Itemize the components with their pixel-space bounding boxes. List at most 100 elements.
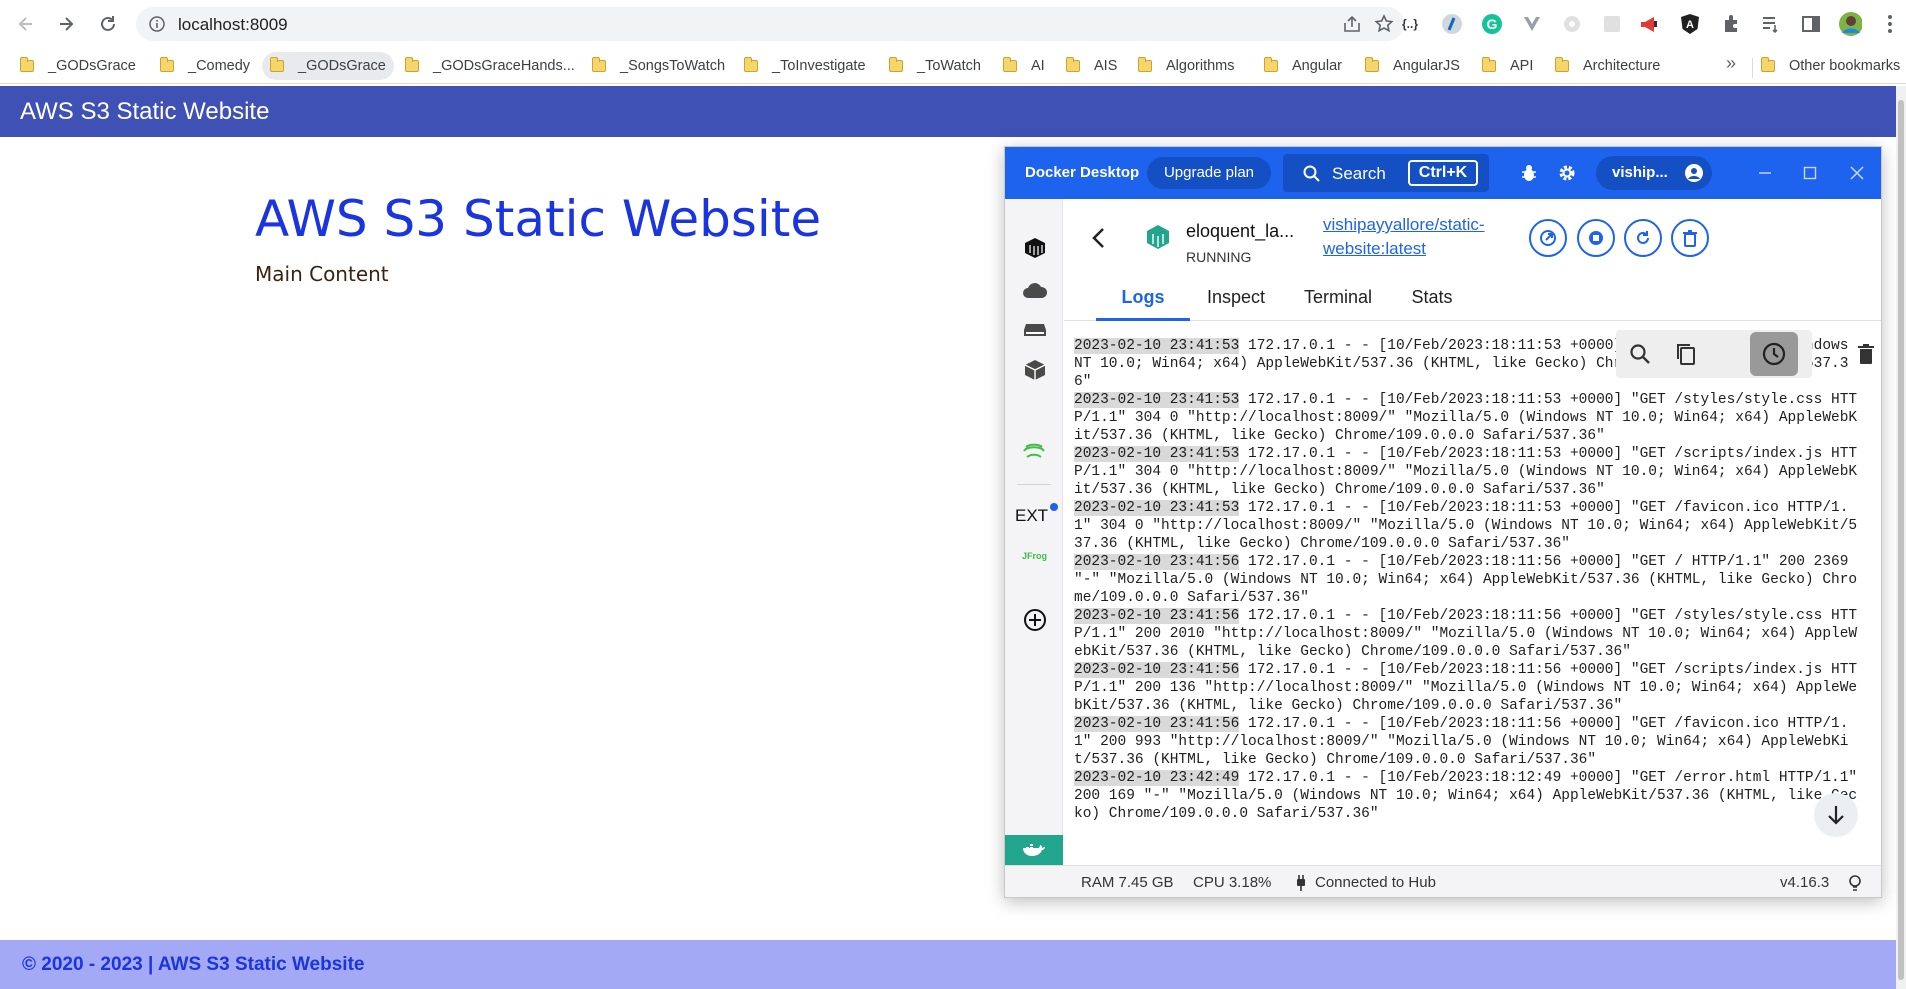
close-button[interactable] — [1845, 161, 1869, 185]
page-scrollbar-thumb[interactable] — [1898, 100, 1904, 980]
bookmark-folder[interactable]: _GODsGrace — [12, 52, 144, 80]
search-shortcut: Ctrl+K — [1408, 160, 1478, 186]
log-line: 2023-02-10 23:41:56 172.17.0.1 - - [10/F… — [1074, 661, 1864, 715]
extension-gear-icon[interactable] — [1560, 12, 1584, 36]
stop-button[interactable] — [1577, 219, 1615, 257]
star-icon[interactable] — [1373, 14, 1395, 33]
extension-box-icon[interactable] — [1600, 12, 1624, 36]
bookmark-folder[interactable]: _SongsToWatch — [584, 52, 733, 80]
megaphone-icon[interactable] — [1638, 12, 1662, 36]
log-timestamp: 2023-02-10 23:41:53 — [1074, 392, 1240, 408]
log-timestamp: 2023-02-10 23:42:49 — [1074, 770, 1240, 786]
extensions-label[interactable]: EXT — [1015, 506, 1048, 526]
container-image-link[interactable]: vishipayyallore/static-website:latest — [1323, 213, 1543, 261]
browser-toolbar: localhost:8009 {..} G A — [0, 0, 1906, 48]
container-icon — [1147, 225, 1169, 249]
bookmark-folder[interactable]: Algorithms — [1130, 52, 1243, 80]
site-header-title: AWS S3 Static Website — [20, 98, 270, 125]
docker-statusbar: RAM 7.45 GB CPU 3.18% Connected to Hub v… — [1005, 865, 1881, 897]
nav-dev-environments[interactable] — [1020, 355, 1050, 385]
nav-containers[interactable] — [1020, 233, 1050, 263]
site-footer: © 2020 - 2023 | AWS S3 Static Website — [0, 940, 1896, 989]
dev-environments-icon — [1024, 360, 1046, 380]
clear-logs-button[interactable] — [1852, 340, 1880, 368]
media-queue-icon[interactable] — [1759, 12, 1783, 36]
tab-terminal[interactable]: Terminal — [1284, 287, 1392, 321]
menu-kebab-icon[interactable] — [1878, 12, 1902, 36]
timestamps-button[interactable] — [1760, 340, 1788, 368]
upgrade-plan-button[interactable]: Upgrade plan — [1147, 157, 1271, 189]
bookmark-folder[interactable]: _ToInvestigate — [736, 52, 874, 80]
search-logs-button[interactable] — [1626, 340, 1654, 368]
bookmark-folder[interactable]: Angular — [1256, 52, 1350, 80]
grammarly-icon[interactable]: G — [1480, 12, 1504, 36]
tab-logs[interactable]: Logs — [1096, 287, 1190, 321]
site-header: AWS S3 Static Website — [0, 86, 1896, 137]
info-icon[interactable] — [149, 16, 165, 32]
url-text[interactable]: localhost:8009 — [178, 15, 288, 35]
bookmark-folder[interactable]: _GODsGraceHands... — [397, 52, 583, 80]
bookmark-folder[interactable]: AngularJS — [1357, 52, 1468, 80]
restart-icon — [1637, 231, 1649, 244]
reload-button[interactable] — [94, 10, 122, 38]
tab-inspect[interactable]: Inspect — [1190, 287, 1282, 321]
open-in-browser-button[interactable] — [1529, 219, 1567, 257]
engine-status-button[interactable] — [1005, 835, 1063, 865]
gear-icon[interactable] — [1555, 161, 1579, 185]
extension-compass-icon[interactable] — [1440, 12, 1464, 36]
side-panel-icon[interactable] — [1799, 12, 1823, 36]
bookmark-folder[interactable]: Architecture — [1547, 52, 1668, 80]
extension-json-icon[interactable]: {..} — [1398, 12, 1422, 36]
back-chevron-icon[interactable] — [1090, 227, 1108, 249]
bookmarks-bar: _GODsGrace _Comedy _GODsGrace _GODsGrace… — [0, 48, 1906, 84]
docker-sidebar: EXT JFrog — [1005, 199, 1063, 845]
hub-connection-status: Connected to Hub — [1315, 874, 1436, 891]
extensions-puzzle-icon[interactable] — [1719, 12, 1743, 36]
log-line: 2023-02-10 23:41:53 172.17.0.1 - - [10/F… — [1074, 445, 1864, 499]
restart-button[interactable] — [1624, 219, 1662, 257]
nav-jfrog[interactable] — [1019, 439, 1049, 469]
nav-images[interactable] — [1020, 275, 1050, 305]
maximize-button[interactable] — [1798, 161, 1822, 185]
bookmarks-overflow-button[interactable]: » — [1720, 53, 1742, 77]
tab-stats[interactable]: Stats — [1392, 287, 1472, 321]
folder-icon — [744, 57, 758, 72]
bookmark-folder[interactable]: API — [1474, 52, 1541, 80]
plug-icon — [1297, 875, 1305, 891]
log-toolbar — [1616, 330, 1812, 378]
search-icon — [1303, 165, 1320, 182]
bug-icon[interactable] — [1517, 161, 1541, 185]
jfrog-label: JFrog — [1022, 551, 1048, 561]
profile-avatar[interactable] — [1838, 12, 1862, 36]
search-label: Search — [1332, 164, 1386, 183]
add-extension-button[interactable] — [1020, 605, 1050, 635]
delete-button[interactable] — [1671, 219, 1709, 257]
footer-text: © 2020 - 2023 | AWS S3 Static Website — [22, 954, 365, 975]
bookmark-folder[interactable]: AI — [995, 52, 1053, 80]
nav-volumes[interactable] — [1020, 315, 1050, 345]
log-timestamp: 2023-02-10 23:41:56 — [1074, 716, 1240, 732]
arrow-right-icon — [60, 17, 74, 31]
bookmark-folder[interactable]: _ToWatch — [881, 52, 989, 80]
bookmark-folder[interactable]: AIS — [1058, 52, 1125, 80]
log-timestamp: 2023-02-10 23:41:53 — [1074, 446, 1240, 462]
address-bar[interactable]: localhost:8009 — [136, 7, 1404, 41]
share-icon[interactable] — [1341, 15, 1363, 33]
bookmark-folder[interactable]: _GODsGrace — [262, 52, 394, 80]
scroll-to-bottom-button[interactable] — [1814, 793, 1858, 837]
back-button[interactable] — [12, 10, 40, 38]
other-bookmarks[interactable]: Other bookmarks — [1753, 52, 1906, 80]
search-icon — [1630, 344, 1650, 364]
angular-devtools-icon[interactable]: A — [1678, 12, 1702, 36]
extension-v-icon[interactable] — [1520, 12, 1544, 36]
copy-icon — [1677, 344, 1695, 365]
bookmark-folder[interactable]: _Comedy — [152, 52, 258, 80]
trash-icon — [1858, 344, 1874, 364]
search-button[interactable]: Search Ctrl+K — [1283, 154, 1489, 192]
minimize-button[interactable] — [1753, 161, 1777, 185]
forward-button[interactable] — [52, 10, 80, 38]
copy-logs-button[interactable] — [1672, 340, 1700, 368]
arrow-down-icon — [1828, 806, 1844, 825]
lightbulb-icon[interactable] — [1847, 874, 1863, 892]
log-line: 2023-02-10 23:41:56 172.17.0.1 - - [10/F… — [1074, 553, 1864, 607]
